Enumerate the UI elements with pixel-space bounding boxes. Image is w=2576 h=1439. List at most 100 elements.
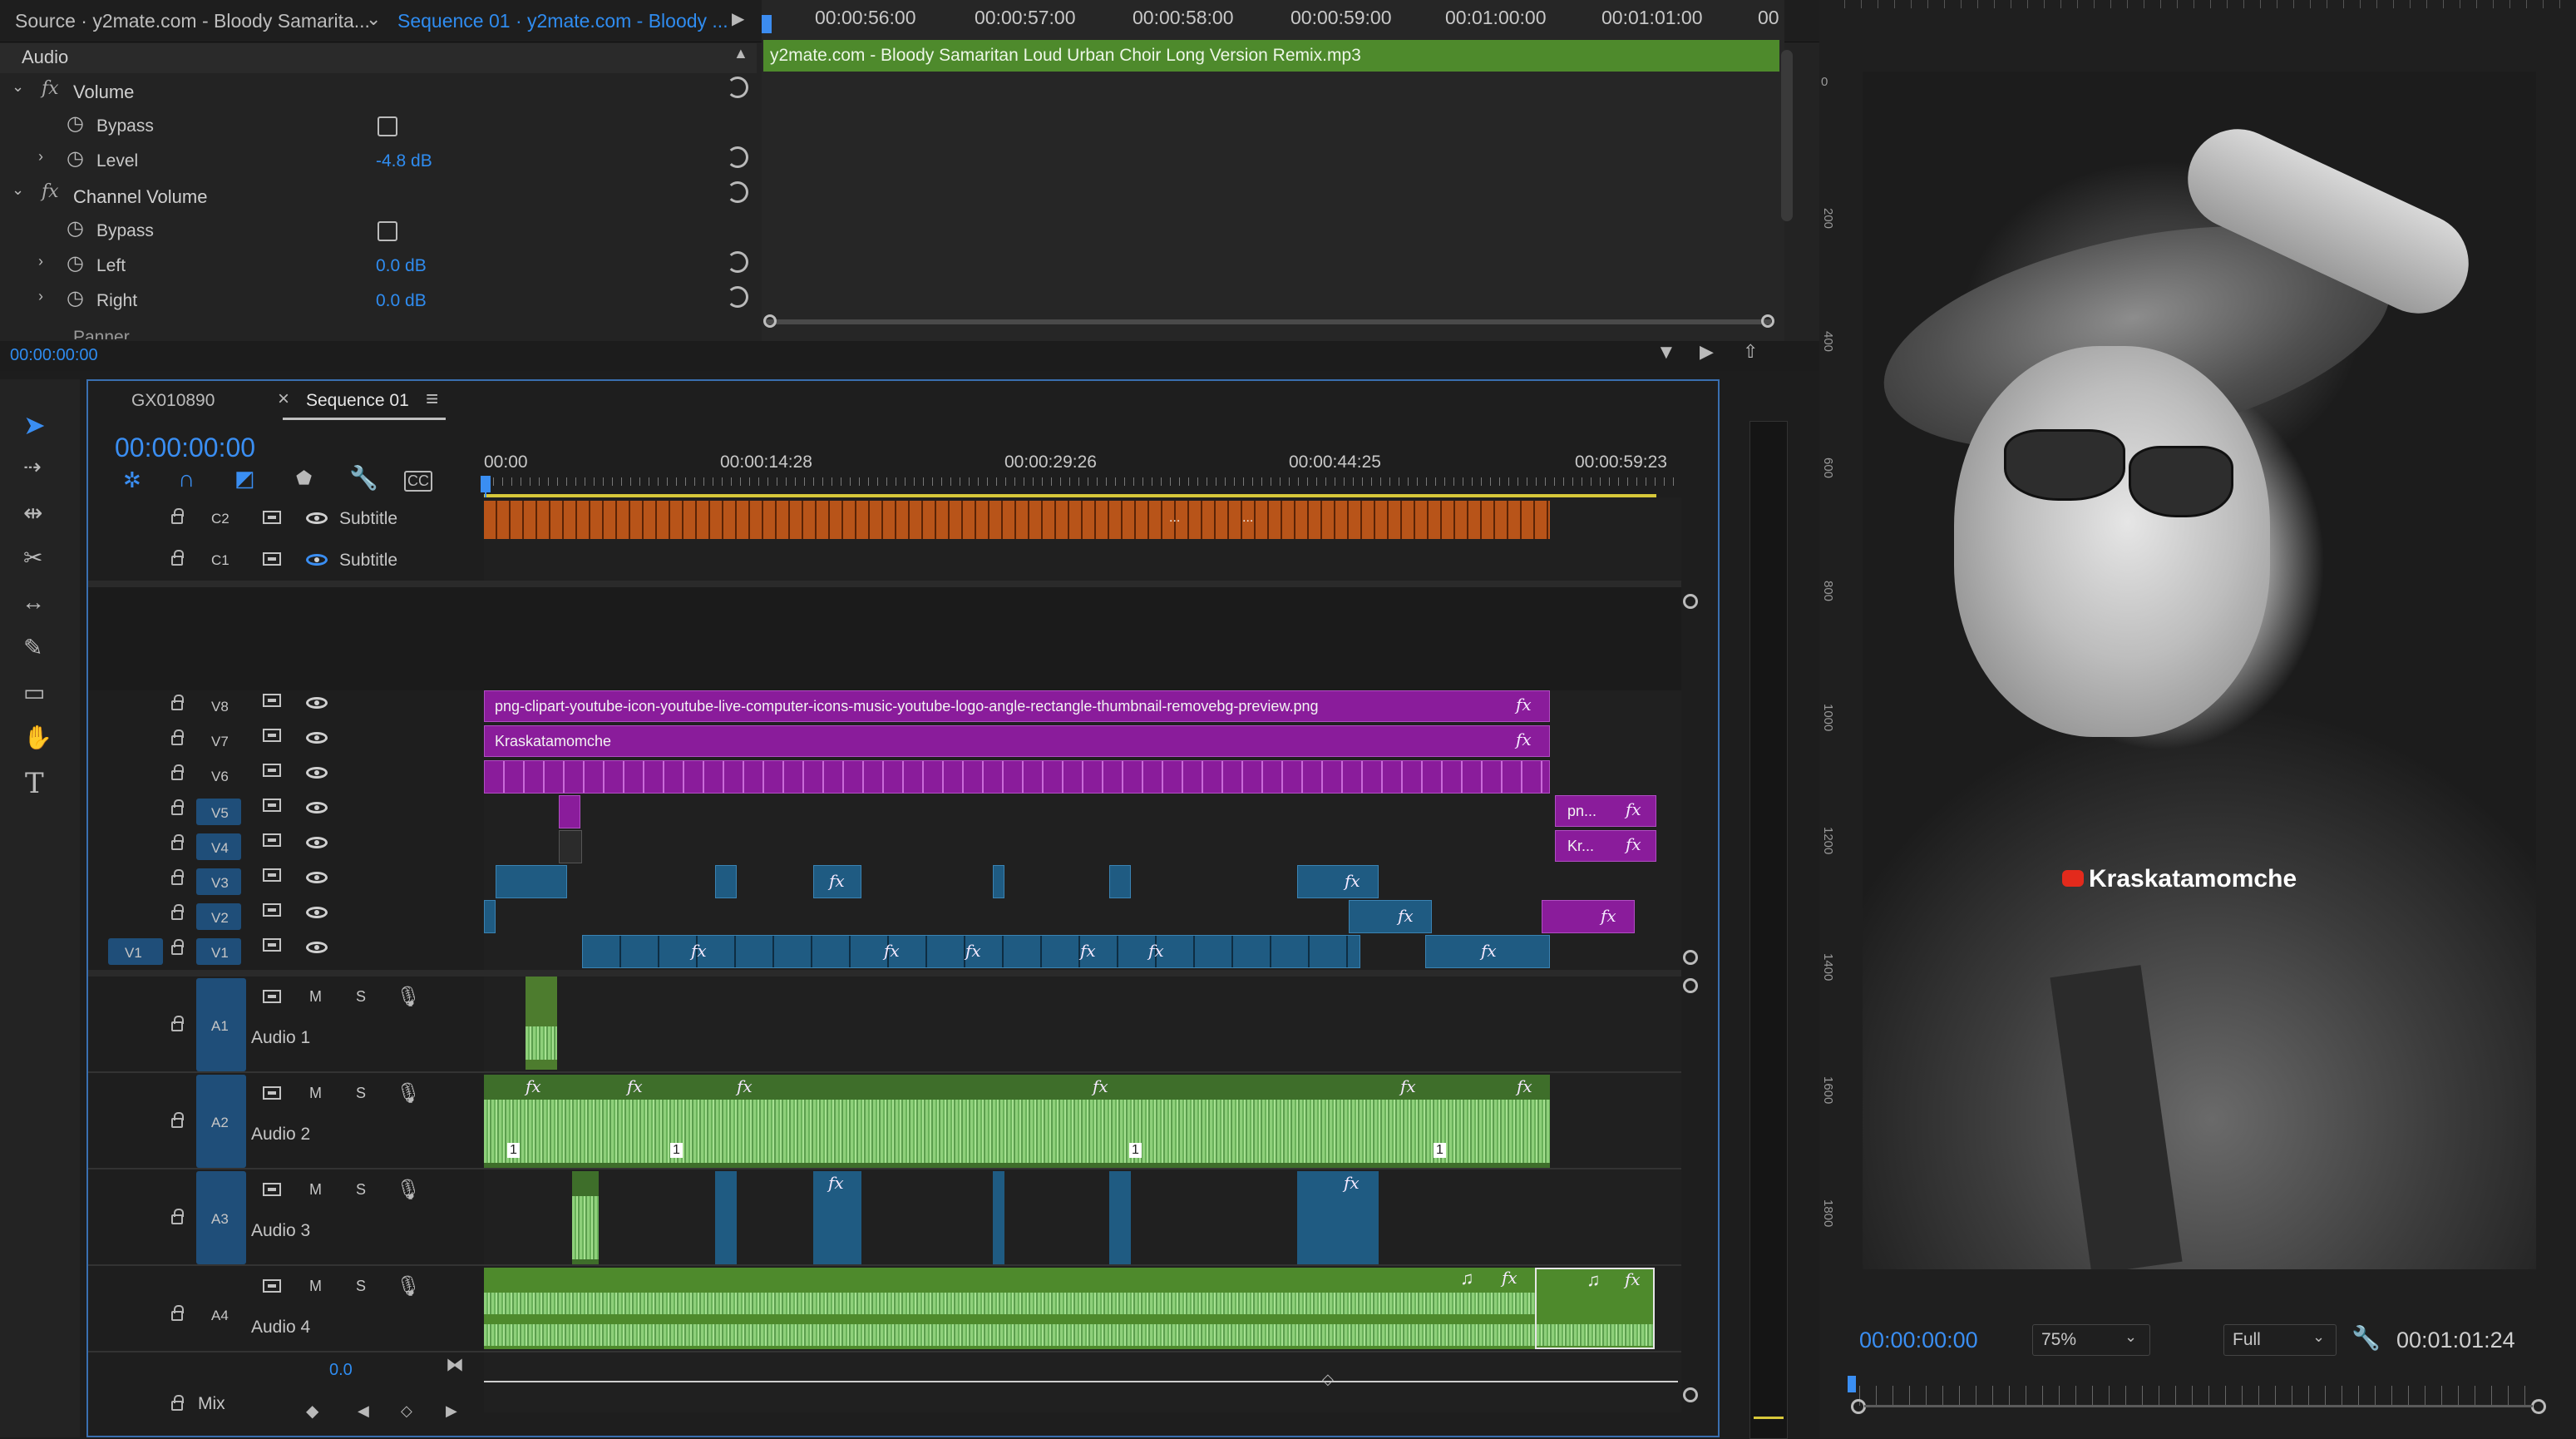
microphone-icon[interactable]: 🎙	[396, 1081, 421, 1105]
lock-icon[interactable]	[171, 1209, 184, 1224]
timeline-timecode[interactable]: 00:00:00:00	[115, 433, 255, 463]
effect-controls-timecode[interactable]: 00:00:00:00	[10, 346, 98, 365]
playhead-marker[interactable]	[762, 15, 772, 33]
audio-clip-a2[interactable]: fx fx fx fx fx fx 1 1 1 1	[484, 1075, 1550, 1168]
source-tab[interactable]: Source · y2mate.com - Bloody Samarita...	[15, 10, 370, 32]
video-clip-v1[interactable]: fx	[1425, 935, 1550, 968]
lock-icon[interactable]	[171, 764, 184, 780]
reset-icon[interactable]	[727, 251, 748, 273]
zoom-select[interactable]: 75% ⌄	[2032, 1324, 2150, 1356]
toggle-sync-icon[interactable]	[263, 694, 281, 707]
stopwatch-icon[interactable]: ◷	[67, 216, 84, 240]
solo-button[interactable]: S	[356, 988, 366, 1006]
type-tool-icon[interactable]: T	[25, 767, 44, 800]
lock-icon[interactable]	[171, 550, 184, 566]
rectangle-tool-icon[interactable]: ▭	[23, 679, 45, 706]
microphone-icon[interactable]: 🎙	[396, 1274, 421, 1298]
zoom-handle-right[interactable]	[1761, 314, 1774, 328]
reset-icon[interactable]	[727, 77, 748, 98]
stopwatch-icon[interactable]: ◷	[67, 146, 84, 171]
track-select-tool-icon[interactable]: ⇢	[23, 454, 42, 480]
expand-chevron-icon[interactable]: ›	[38, 148, 43, 166]
stopwatch-icon[interactable]: ◷	[67, 251, 84, 275]
lock-icon[interactable]	[171, 799, 184, 815]
lock-icon[interactable]	[171, 1305, 184, 1321]
solo-button[interactable]: S	[356, 1085, 366, 1102]
expand-chevron-icon[interactable]: ›	[38, 253, 43, 270]
audio-clip-a3[interactable]	[572, 1171, 599, 1264]
wrench-icon[interactable]: 🔧	[2351, 1324, 2381, 1352]
expand-chevron-icon[interactable]: ›	[38, 288, 43, 305]
lock-icon[interactable]	[171, 869, 184, 885]
stopwatch-icon[interactable]: ◷	[67, 286, 84, 310]
filter-icon[interactable]: ▼	[1656, 341, 1676, 364]
tab-sequence-01[interactable]: Sequence 01	[306, 391, 409, 411]
video-clip-v3[interactable]: fx	[813, 865, 861, 898]
next-keyframe-icon[interactable]: ▶	[446, 1402, 457, 1420]
video-clip-v4[interactable]: Kr... fx	[1555, 830, 1656, 862]
expand-chevron-icon[interactable]: ⌄	[12, 78, 24, 96]
sequence-tab[interactable]: Sequence 01 · y2mate.com - Bloody ...	[397, 10, 728, 32]
eye-icon[interactable]	[306, 767, 328, 779]
toggle-sync-icon[interactable]	[263, 833, 281, 847]
play-arrow-icon[interactable]: ▶	[732, 8, 744, 29]
ripple-edit-tool-icon[interactable]: ⇹	[23, 499, 42, 527]
program-timecode[interactable]: 00:00:00:00	[1859, 1328, 1978, 1353]
lock-icon[interactable]	[171, 834, 184, 850]
subtitle-clip[interactable]: ... ...	[484, 501, 1550, 539]
source-audio-clip[interactable]: y2mate.com - Bloody Samaritan Loud Urban…	[763, 40, 1779, 72]
toggle-sync-icon[interactable]	[263, 903, 281, 917]
video-clip-v3[interactable]	[993, 865, 1004, 898]
solo-button[interactable]: S	[356, 1278, 366, 1295]
mute-button[interactable]: M	[309, 988, 322, 1006]
audio-clip-a3[interactable]	[993, 1171, 1004, 1264]
video-clip-v8[interactable]: png-clipart-youtube-icon-youtube-live-co…	[484, 690, 1550, 722]
wrench-icon[interactable]: 🔧	[349, 464, 378, 492]
toggle-sync-icon[interactable]	[263, 764, 281, 777]
scrollbar[interactable]	[1781, 50, 1793, 221]
scrubber-track[interactable]	[1864, 1405, 2533, 1407]
video-clip-v5[interactable]: pn... fx	[1555, 795, 1656, 827]
video-clip-v3[interactable]	[715, 865, 737, 898]
add-keyframe-icon[interactable]: ◇	[401, 1402, 412, 1420]
reset-icon[interactable]	[727, 181, 748, 203]
lock-icon[interactable]	[171, 939, 184, 955]
toggle-sync-icon[interactable]	[263, 729, 281, 742]
eye-icon[interactable]	[306, 872, 328, 883]
scroll-handle[interactable]	[1683, 1387, 1698, 1402]
resolution-select[interactable]: Full ⌄	[2223, 1324, 2337, 1356]
video-clip-v4-small[interactable]	[559, 830, 582, 863]
lock-icon[interactable]	[171, 904, 184, 920]
video-clip-v5-small[interactable]	[559, 795, 580, 828]
export-icon[interactable]: ⇧	[1743, 341, 1758, 363]
program-scrubber[interactable]	[1859, 1386, 2541, 1406]
tab-gx010890[interactable]: GX010890	[131, 391, 215, 411]
razor-tool-icon[interactable]: ✂	[23, 544, 42, 571]
reset-icon[interactable]	[727, 146, 748, 168]
tab-menu-icon[interactable]: ≡	[426, 386, 438, 412]
eye-icon[interactable]	[306, 942, 328, 953]
video-clip-v2[interactable]: fx	[1349, 900, 1432, 933]
keyframe-nav-icon[interactable]: ◆	[306, 1401, 318, 1422]
audio-clip-a1[interactable]	[526, 977, 557, 1070]
eye-icon[interactable]	[306, 697, 328, 709]
linked-selection-icon[interactable]: ◩	[234, 466, 255, 492]
toggle-sync-icon[interactable]	[263, 1086, 281, 1100]
toggle-sync-icon[interactable]	[263, 799, 281, 812]
scroll-handle[interactable]	[1683, 978, 1698, 993]
chevron-down-icon[interactable]: ⌄	[366, 8, 381, 30]
level-value[interactable]: -4.8 dB	[376, 151, 432, 171]
audio-clip-a3[interactable]	[715, 1171, 737, 1264]
toggle-sync-icon[interactable]	[263, 938, 281, 952]
selection-tool-icon[interactable]: ➤	[23, 409, 46, 441]
nest-sequence-icon[interactable]: ✲	[123, 467, 141, 493]
keyframe-diamond-icon[interactable]: ◇	[1322, 1371, 1334, 1388]
eye-icon[interactable]	[306, 907, 328, 918]
program-video-frame[interactable]: Kraskatamomche	[1863, 72, 2536, 1269]
eye-icon[interactable]	[306, 732, 328, 744]
audio-clip-a4[interactable]: ♫ fx	[484, 1268, 1535, 1349]
toggle-sync-icon[interactable]	[263, 1279, 281, 1293]
timeline-ruler[interactable]: 00:00 00:00:14:28 00:00:29:26 00:00:44:2…	[484, 449, 1681, 499]
mix-volume-line[interactable]	[484, 1381, 1678, 1382]
solo-button[interactable]: S	[356, 1181, 366, 1199]
